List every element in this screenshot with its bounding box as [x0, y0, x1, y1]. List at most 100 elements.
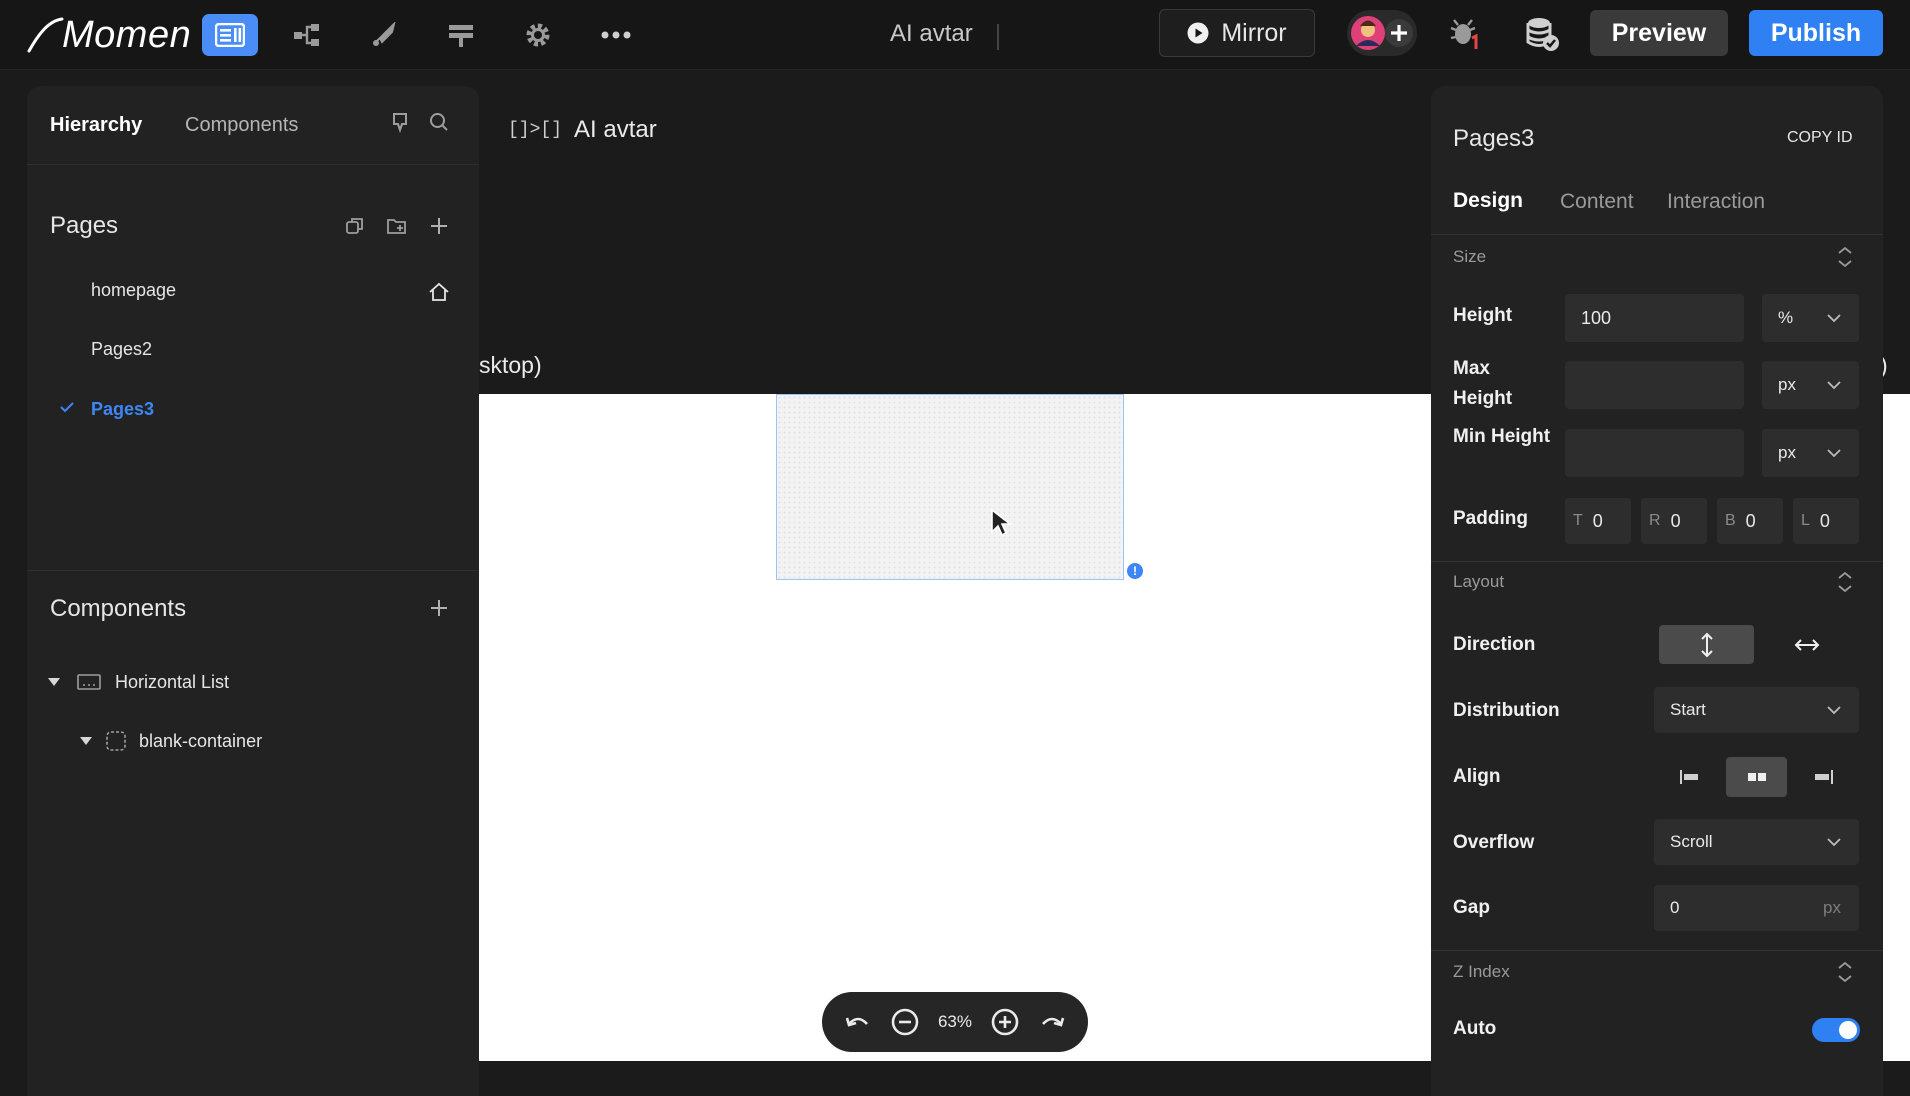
zoom-out-icon[interactable] [890, 1007, 920, 1037]
api-toolbar-button[interactable] [433, 14, 489, 56]
left-panel: Hierarchy Components Pages homepage Page… [27, 86, 479, 1096]
height-input[interactable]: 100 [1565, 294, 1744, 342]
min-height-unit-select[interactable]: px [1762, 429, 1859, 477]
data-model-icon [294, 24, 319, 46]
actionflow-toolbar-button[interactable] [356, 14, 412, 56]
padding-bottom-value: 0 [1745, 510, 1756, 531]
padding-side-label: R [1649, 512, 1661, 529]
page-item-pages3[interactable]: Pages3 [91, 399, 154, 420]
horizontal-list-icon [77, 674, 101, 690]
collaborators[interactable] [1347, 10, 1417, 56]
collapse-icon [1838, 961, 1852, 983]
check-icon [60, 402, 74, 413]
data-model-toolbar-button[interactable] [279, 14, 335, 56]
preview-button[interactable]: Preview [1590, 10, 1728, 56]
arrow-up-down-icon [1700, 632, 1713, 657]
padding-right-value: 0 [1670, 510, 1681, 531]
min-height-input[interactable] [1565, 429, 1744, 477]
zoom-toolbar: 63% [822, 992, 1088, 1052]
gap-label: Gap [1453, 897, 1490, 918]
overflow-select[interactable]: Scroll [1654, 819, 1859, 865]
home-page-indicator [427, 280, 451, 304]
align-start-button[interactable] [1666, 757, 1714, 797]
actionflow-icon [373, 22, 396, 46]
more-icon [601, 31, 631, 39]
breadcrumb-title[interactable]: AI avtar [574, 116, 657, 144]
padding-side-label: T [1573, 512, 1583, 529]
pages-toolbar-button[interactable] [202, 14, 258, 56]
padding-top-input[interactable]: T 0 [1565, 498, 1631, 544]
toggle-knob [1839, 1021, 1857, 1039]
chevron-down-icon [1827, 837, 1841, 846]
layout-section-header: Layout [1453, 572, 1505, 591]
undo-icon[interactable] [845, 1012, 871, 1032]
min-height-label: Min Height [1453, 426, 1551, 447]
gap-input[interactable]: 0 px [1654, 885, 1859, 931]
copy-page-button[interactable] [343, 214, 367, 238]
align-center-icon [1747, 770, 1766, 784]
padding-right-input[interactable]: R 0 [1641, 498, 1707, 544]
add-component-button[interactable] [427, 596, 451, 620]
distribution-select[interactable]: Start [1654, 687, 1859, 733]
tab-components[interactable]: Components [185, 114, 298, 137]
direction-vertical-button[interactable] [1659, 625, 1754, 664]
collapse-icon [1838, 571, 1852, 593]
zoom-level: 63% [937, 1012, 972, 1031]
selected-element-title: Pages3 [1453, 125, 1535, 152]
component-row-blank-container[interactable]: blank-container [79, 727, 449, 755]
tab-design[interactable]: Design [1453, 189, 1523, 213]
align-left-icon [1680, 770, 1698, 784]
cursor-arrow-icon [991, 508, 1013, 537]
redo-icon[interactable] [1039, 1012, 1065, 1032]
pin-panel-button[interactable] [388, 110, 412, 134]
align-end-button[interactable] [1799, 757, 1847, 797]
add-folder-button[interactable] [385, 214, 409, 238]
page-item-pages2[interactable]: Pages2 [91, 339, 152, 360]
gap-value: 0 [1670, 898, 1680, 917]
height-unit-select[interactable]: % [1762, 294, 1859, 342]
selected-container[interactable] [776, 394, 1124, 580]
settings-icon [526, 23, 550, 47]
align-label: Align [1453, 766, 1501, 787]
max-height-unit-value: px [1778, 375, 1796, 394]
component-label: Horizontal List [115, 671, 230, 692]
logo-text: Momen [62, 13, 192, 56]
plus-icon [431, 218, 447, 234]
more-toolbar-button[interactable] [588, 14, 644, 56]
copy-id-button[interactable]: COPY ID [1787, 129, 1853, 147]
tab-interaction[interactable]: Interaction [1667, 190, 1765, 214]
mirror-label: Mirror [1221, 18, 1287, 47]
distribution-value: Start [1670, 700, 1706, 719]
max-height-input[interactable] [1565, 361, 1744, 409]
breadcrumb: []>[] AI avtar [508, 116, 657, 144]
add-page-button[interactable] [427, 214, 451, 238]
device-label: sktop) [479, 352, 542, 378]
component-row-horizontal-list[interactable]: Horizontal List [47, 668, 447, 696]
momen-logo: Momen [26, 12, 191, 58]
layout-divider [1431, 950, 1883, 951]
zoom-in-icon[interactable] [990, 1007, 1020, 1037]
collapse-icon [1838, 246, 1852, 268]
padding-bottom-input[interactable]: B 0 [1717, 498, 1783, 544]
collapse-size-button[interactable] [1836, 246, 1854, 273]
padding-left-input[interactable]: L 0 [1793, 498, 1859, 544]
align-center-button[interactable] [1726, 757, 1787, 797]
settings-toolbar-button[interactable] [510, 14, 566, 56]
tab-hierarchy[interactable]: Hierarchy [50, 114, 142, 137]
publish-button[interactable]: Publish [1749, 10, 1883, 56]
size-divider [1431, 561, 1883, 562]
components-divider [27, 570, 479, 571]
tab-content[interactable]: Content [1560, 190, 1634, 214]
collapse-zindex-button[interactable] [1836, 961, 1854, 988]
bug-report-button[interactable] [1448, 16, 1482, 52]
search-button[interactable] [427, 110, 451, 134]
info-badge[interactable]: ! [1127, 563, 1143, 579]
page-item-homepage[interactable]: homepage [91, 280, 176, 301]
chevron-down-icon [1827, 313, 1841, 322]
database-sync-button[interactable] [1525, 16, 1561, 52]
copy-icon [346, 218, 363, 234]
mirror-button[interactable]: Mirror [1159, 9, 1315, 57]
collapse-layout-button[interactable] [1836, 571, 1854, 598]
max-height-unit-select[interactable]: px [1762, 361, 1859, 409]
direction-horizontal-button[interactable] [1773, 625, 1841, 664]
